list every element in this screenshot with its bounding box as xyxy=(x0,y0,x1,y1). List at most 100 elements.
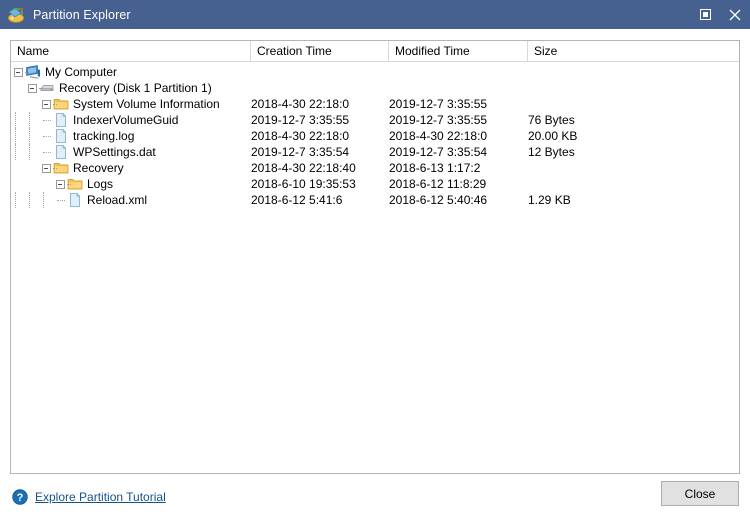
tree-indent-guide xyxy=(11,192,25,208)
close-button[interactable]: Close xyxy=(661,481,739,506)
table-row[interactable]: Logs 2018-6-10 19:35:53 2018-6-12 11:8:29 xyxy=(11,176,739,192)
tree-indent-guide xyxy=(11,144,25,160)
cell-creation-time: 2018-6-12 5:41:6 xyxy=(251,193,343,207)
tree-connector xyxy=(53,168,57,169)
cell-name: My Computer xyxy=(11,64,251,80)
table-row[interactable]: tracking.log 2018-4-30 22:18:0 2018-4-30 2… xyxy=(11,128,739,144)
file-icon xyxy=(53,144,69,160)
node-label: tracking.log xyxy=(73,129,135,143)
tree-connector xyxy=(39,88,43,89)
close-icon xyxy=(729,9,741,21)
cell-creation-time: 2019-12-7 3:35:55 xyxy=(251,113,350,127)
cell-creation-time: 2018-4-30 22:18:40 xyxy=(251,161,356,175)
tree-expander-collapse-icon[interactable] xyxy=(39,96,57,112)
cell-name: Reload.xml xyxy=(11,192,251,208)
tree-expander-collapse-icon[interactable] xyxy=(39,160,57,176)
column-header-modified-time[interactable]: Modified Time xyxy=(389,41,528,61)
window-controls xyxy=(690,0,750,29)
partition-explorer-icon xyxy=(7,6,25,24)
maximize-icon xyxy=(699,9,711,20)
cell-name: Logs xyxy=(11,176,251,192)
table-row[interactable]: WPSettings.dat 2019-12-7 3:35:54 2019-12-7… xyxy=(11,144,739,160)
svg-text:?: ? xyxy=(17,492,24,504)
title-bar: Partition Explorer xyxy=(0,0,750,29)
column-header-creation-time[interactable]: Creation Time xyxy=(251,41,389,61)
node-label: System Volume Information xyxy=(73,97,220,111)
cell-name: WPSettings.dat xyxy=(11,144,251,160)
node-label: Logs xyxy=(87,177,114,191)
node-label: IndexerVolumeGuid xyxy=(73,113,179,127)
listview-rows: My Computer Recovery (Disk 1 Partition 1)… xyxy=(11,62,739,208)
cell-name: Recovery xyxy=(11,160,251,176)
minus-icon xyxy=(41,163,51,173)
tree-connector xyxy=(25,72,29,73)
explore-partition-tutorial-link[interactable]: Explore Partition Tutorial xyxy=(35,490,166,504)
tree-connector xyxy=(53,104,57,105)
cell-modified-time: 2019-12-7 3:35:55 xyxy=(389,97,488,111)
cell-modified-time: 2018-4-30 22:18:0 xyxy=(389,129,488,143)
cell-modified-time: 2018-6-12 5:40:46 xyxy=(389,193,488,207)
cell-name: IndexerVolumeGuid xyxy=(11,112,251,128)
tree-indent-guide xyxy=(11,128,25,144)
table-row[interactable]: My Computer xyxy=(11,64,739,80)
window-body: Name Creation Time Modified Time Size My… xyxy=(0,29,750,474)
column-header-size[interactable]: Size xyxy=(528,41,739,61)
cell-modified-time: 2019-12-7 3:35:55 xyxy=(389,113,488,127)
tree-expander-collapse-icon[interactable] xyxy=(53,176,71,192)
node-label: My Computer xyxy=(45,65,118,79)
tree-indent-guide xyxy=(39,192,53,208)
file-icon xyxy=(53,128,69,144)
cell-modified-time: 2019-12-7 3:35:54 xyxy=(389,145,488,159)
cell-size: 20.00 KB xyxy=(528,129,578,143)
file-tree-listview[interactable]: Name Creation Time Modified Time Size My… xyxy=(10,40,740,474)
tree-indent-guide xyxy=(53,192,67,208)
tree-indent-guide xyxy=(39,128,53,144)
tree-indent-guide xyxy=(25,128,39,144)
tree-indent-guide xyxy=(25,144,39,160)
close-window-button[interactable] xyxy=(720,0,750,29)
help-question-icon: ? xyxy=(12,488,28,505)
tree-indent-guide xyxy=(25,112,39,128)
maximize-button[interactable] xyxy=(690,0,720,29)
cell-creation-time: 2018-4-30 22:18:0 xyxy=(251,97,350,111)
cell-creation-time: 2018-6-10 19:35:53 xyxy=(251,177,356,191)
tree-indent-guide xyxy=(39,112,53,128)
table-row[interactable]: IndexerVolumeGuid 2019-12-7 3:35:55 2019-1… xyxy=(11,112,739,128)
tree-expander-collapse-icon[interactable] xyxy=(11,64,29,80)
column-header-name[interactable]: Name xyxy=(11,41,251,61)
tree-expander-collapse-icon[interactable] xyxy=(25,80,43,96)
window-title: Partition Explorer xyxy=(33,7,131,22)
table-row[interactable]: Reload.xml 2018-6-12 5:41:6 2018-6-12 5:40… xyxy=(11,192,739,208)
table-row[interactable]: Recovery 2018-4-30 22:18:40 2018-6-13 1:17… xyxy=(11,160,739,176)
cell-creation-time: 2019-12-7 3:35:54 xyxy=(251,145,350,159)
table-row[interactable]: Recovery (Disk 1 Partition 1) xyxy=(11,80,739,96)
partition-explorer-window: Partition Explorer Name Creation Time Mo… xyxy=(0,0,750,519)
node-label: Recovery xyxy=(73,161,124,175)
cell-size: 12 Bytes xyxy=(528,145,575,159)
file-icon xyxy=(53,112,69,128)
cell-modified-time: 2018-6-13 1:17:2 xyxy=(389,161,481,175)
cell-size: 76 Bytes xyxy=(528,113,575,127)
cell-name: System Volume Information xyxy=(11,96,251,112)
listview-header: Name Creation Time Modified Time Size xyxy=(11,41,739,62)
minus-icon xyxy=(27,83,37,93)
tree-indent-guide xyxy=(39,144,53,160)
minus-icon xyxy=(41,99,51,109)
file-icon xyxy=(67,192,83,208)
tree-connector xyxy=(67,184,71,185)
node-label: Reload.xml xyxy=(87,193,148,207)
cell-size: 1.29 KB xyxy=(528,193,571,207)
cell-creation-time: 2018-4-30 22:18:0 xyxy=(251,129,350,143)
tree-indent-guide xyxy=(25,192,39,208)
minus-icon xyxy=(13,67,23,77)
table-row[interactable]: System Volume Information 2018-4-30 22:18… xyxy=(11,96,739,112)
cell-name: tracking.log xyxy=(11,128,251,144)
